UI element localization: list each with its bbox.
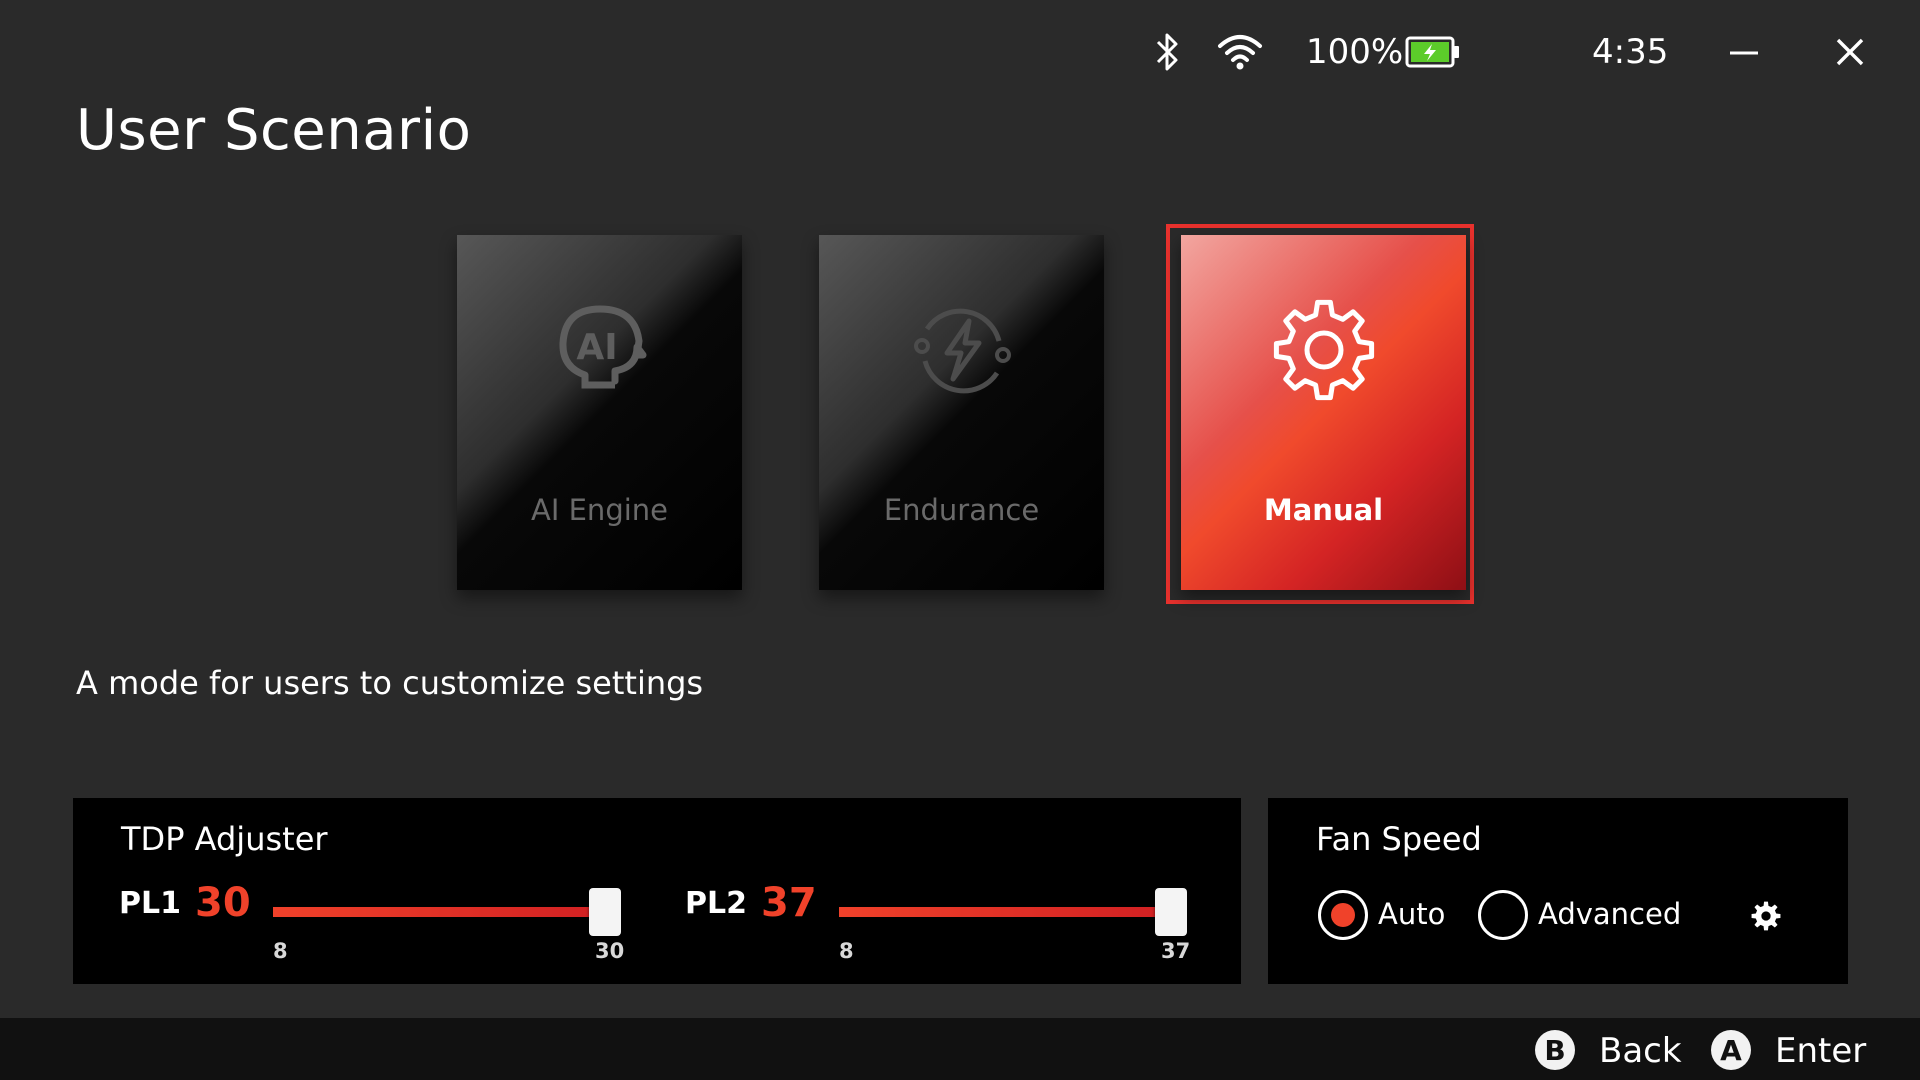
pl2-slider-track[interactable] — [839, 907, 1175, 917]
fan-advanced-label[interactable]: Advanced — [1538, 897, 1681, 931]
fan-speed-title: Fan Speed — [1316, 820, 1482, 858]
clock: 4:35 — [1592, 32, 1669, 72]
page-title: User Scenario — [76, 98, 472, 163]
enter-button[interactable]: Enter — [1775, 1031, 1866, 1071]
bluetooth-icon — [1150, 28, 1186, 76]
pl2-label: PL2 — [685, 886, 747, 921]
minimize-icon[interactable] — [1726, 30, 1762, 74]
b-button-icon: B — [1535, 1030, 1575, 1070]
pl2-slider-fill — [839, 907, 1175, 917]
battery-charging-icon — [1404, 34, 1462, 70]
back-button[interactable]: Back — [1599, 1031, 1682, 1071]
fan-auto-radio[interactable] — [1318, 890, 1368, 940]
endurance-icon — [907, 295, 1017, 405]
mode-card-label: AI Engine — [531, 493, 668, 527]
ai-engine-icon: AI — [545, 295, 655, 405]
pl1-slider-fill — [273, 907, 617, 917]
fan-settings-gear-icon[interactable] — [1750, 900, 1782, 932]
wifi-icon — [1216, 30, 1264, 74]
tdp-adjuster-panel: TDP Adjuster PL1 30 8 30 PL2 37 8 37 — [73, 798, 1241, 984]
battery-percentage: 100% — [1306, 32, 1404, 72]
status-bar: 100% 4:35 — [0, 0, 1920, 100]
pl1-value: 30 — [195, 880, 251, 926]
fan-auto-label[interactable]: Auto — [1378, 897, 1445, 931]
mode-card-ai-engine[interactable]: AI AI Engine — [457, 235, 742, 590]
fan-advanced-radio[interactable] — [1478, 890, 1528, 940]
pl1-max-label: 30 — [595, 939, 625, 963]
tdp-adjuster-title: TDP Adjuster — [121, 820, 328, 858]
pl2-min-label: 8 — [839, 939, 854, 963]
pl1-slider-thumb[interactable] — [589, 888, 621, 936]
mode-card-manual[interactable]: Manual — [1181, 235, 1466, 590]
pl2-max-label: 37 — [1161, 939, 1191, 963]
pl2-value: 37 — [761, 880, 817, 926]
pl1-label: PL1 — [119, 886, 181, 921]
pl1-min-label: 8 — [273, 939, 288, 963]
fan-speed-panel: Fan Speed Auto Advanced — [1268, 798, 1848, 984]
mode-card-endurance[interactable]: Endurance — [819, 235, 1104, 590]
mode-card-label: Endurance — [883, 493, 1040, 527]
mode-description: A mode for users to customize settings — [76, 664, 704, 702]
pl1-slider-track[interactable] — [273, 907, 617, 917]
footer-bar: B Back A Enter — [0, 1018, 1920, 1080]
a-button-icon: A — [1711, 1030, 1751, 1070]
svg-text:AI: AI — [576, 327, 617, 368]
mode-card-label: Manual — [1263, 493, 1384, 527]
pl2-slider-thumb[interactable] — [1155, 888, 1187, 936]
close-icon[interactable] — [1832, 30, 1868, 74]
radio-selected-dot — [1331, 903, 1355, 927]
gear-icon — [1269, 295, 1379, 405]
